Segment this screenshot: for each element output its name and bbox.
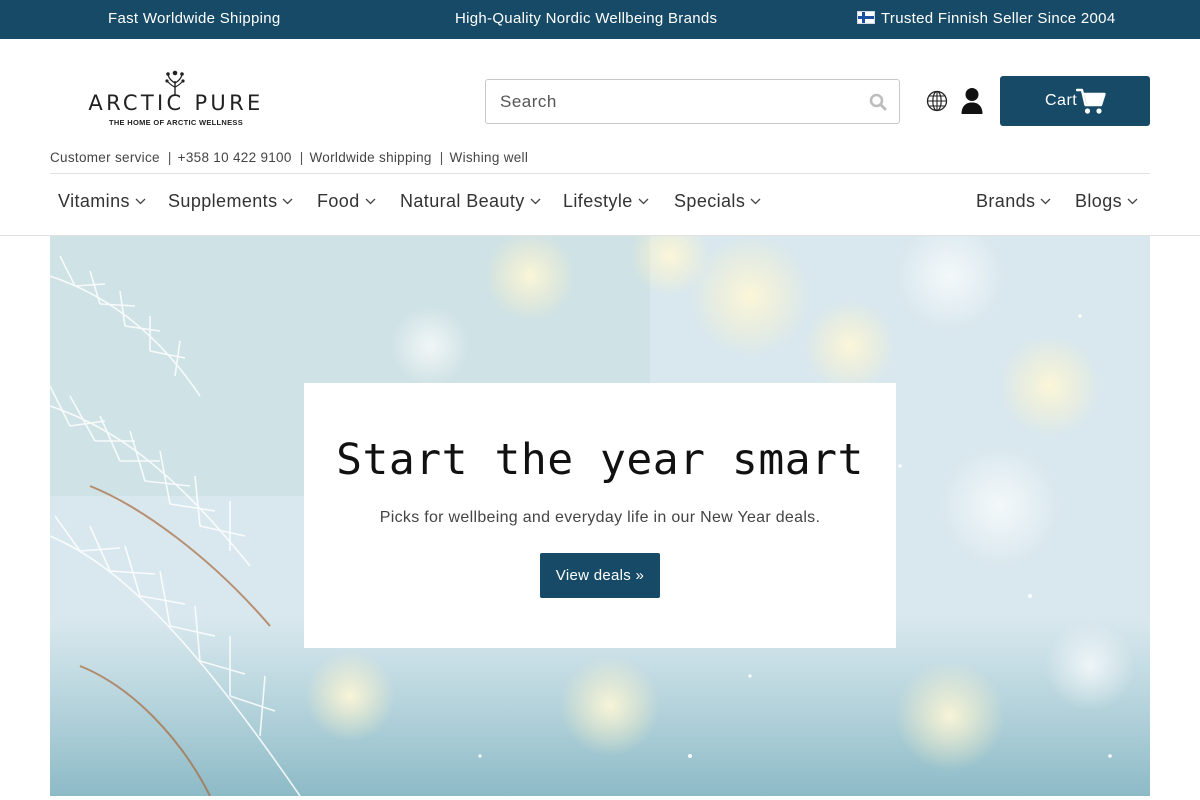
nav-item-label: Supplements — [168, 191, 278, 211]
nav-item-brands[interactable]: Brands — [976, 191, 1051, 212]
finland-flag-icon — [857, 11, 875, 24]
site-logo[interactable]: ARCTIC PURE THE HOME OF ARCTIC WELLNESS — [86, 69, 266, 129]
separator: | — [299, 150, 304, 165]
nav-item-label: Blogs — [1075, 191, 1123, 211]
nav-item-label: Food — [317, 191, 360, 211]
promo-subtitle: Picks for wellbeing and everyday life in… — [379, 509, 821, 526]
nav-item-food[interactable]: Food — [317, 191, 376, 212]
announcement-shipping: Fast Worldwide Shipping — [108, 10, 281, 27]
announcement-bar: Fast Worldwide Shipping High-Quality Nor… — [0, 0, 1200, 39]
chevron-down-icon — [1127, 198, 1138, 205]
nav-item-label: Lifestyle — [563, 191, 633, 211]
nav-item-supplements[interactable]: Supplements — [168, 191, 293, 212]
cart-label: Cart — [1045, 92, 1078, 109]
nav-item-label: Brands — [976, 191, 1036, 211]
search-box — [485, 79, 900, 124]
logo-tagline: THE HOME OF ARCTIC WELLNESS — [108, 118, 244, 127]
view-deals-button[interactable]: View deals » — [540, 553, 660, 598]
chevron-down-icon — [365, 198, 376, 205]
chevron-down-icon — [1040, 198, 1051, 205]
cart-button[interactable]: Cart — [1000, 76, 1150, 126]
chevron-down-icon — [283, 198, 293, 205]
chevron-down-icon — [750, 198, 761, 205]
announcement-seller-text: Trusted Finnish Seller Since 2004 — [881, 10, 1116, 27]
nav-item-label: Vitamins — [58, 191, 130, 211]
search-input[interactable] — [486, 80, 826, 123]
nav-item-vitamins[interactable]: Vitamins — [58, 191, 146, 212]
globe-icon[interactable] — [926, 90, 948, 112]
nav-item-lifestyle[interactable]: Lifestyle — [563, 191, 649, 212]
main-nav: Vitamins Supplements Food Natural Beauty… — [0, 191, 1200, 221]
announcement-brands: High-Quality Nordic Wellbeing Brands — [455, 10, 718, 27]
nav-item-label: Natural Beauty — [400, 191, 525, 211]
phone-number[interactable]: +358 10 422 9100 — [178, 150, 292, 165]
promo-title: Start the year smart — [336, 435, 864, 485]
chevron-down-icon — [530, 198, 541, 205]
nav-item-natural-beauty[interactable]: Natural Beauty — [400, 191, 541, 212]
promo-card: Start the year smart Picks for wellbeing… — [304, 383, 896, 648]
separator: | — [167, 150, 172, 165]
worldwide-shipping-link[interactable]: Worldwide shipping — [310, 150, 432, 165]
nav-item-label: Specials — [674, 191, 746, 211]
chevron-down-icon — [638, 198, 649, 205]
divider — [50, 173, 1150, 174]
search-icon[interactable] — [869, 93, 887, 111]
nav-item-specials[interactable]: Specials — [674, 191, 761, 212]
account-icon[interactable] — [960, 87, 984, 115]
customer-service-link[interactable]: Customer service — [50, 150, 160, 165]
info-bar: Customer service | +358 10 422 9100 | Worldw… — [50, 150, 528, 165]
announcement-seller: Trusted Finnish Seller Since 2004 — [857, 10, 1115, 27]
nav-item-blogs[interactable]: Blogs — [1075, 191, 1138, 212]
chevron-down-icon — [135, 198, 146, 205]
cart-icon — [1076, 88, 1106, 114]
wishing-well-link[interactable]: Wishing well — [450, 150, 529, 165]
logo-wordmark: ARCTIC PURE — [88, 91, 264, 115]
separator: | — [439, 150, 444, 165]
